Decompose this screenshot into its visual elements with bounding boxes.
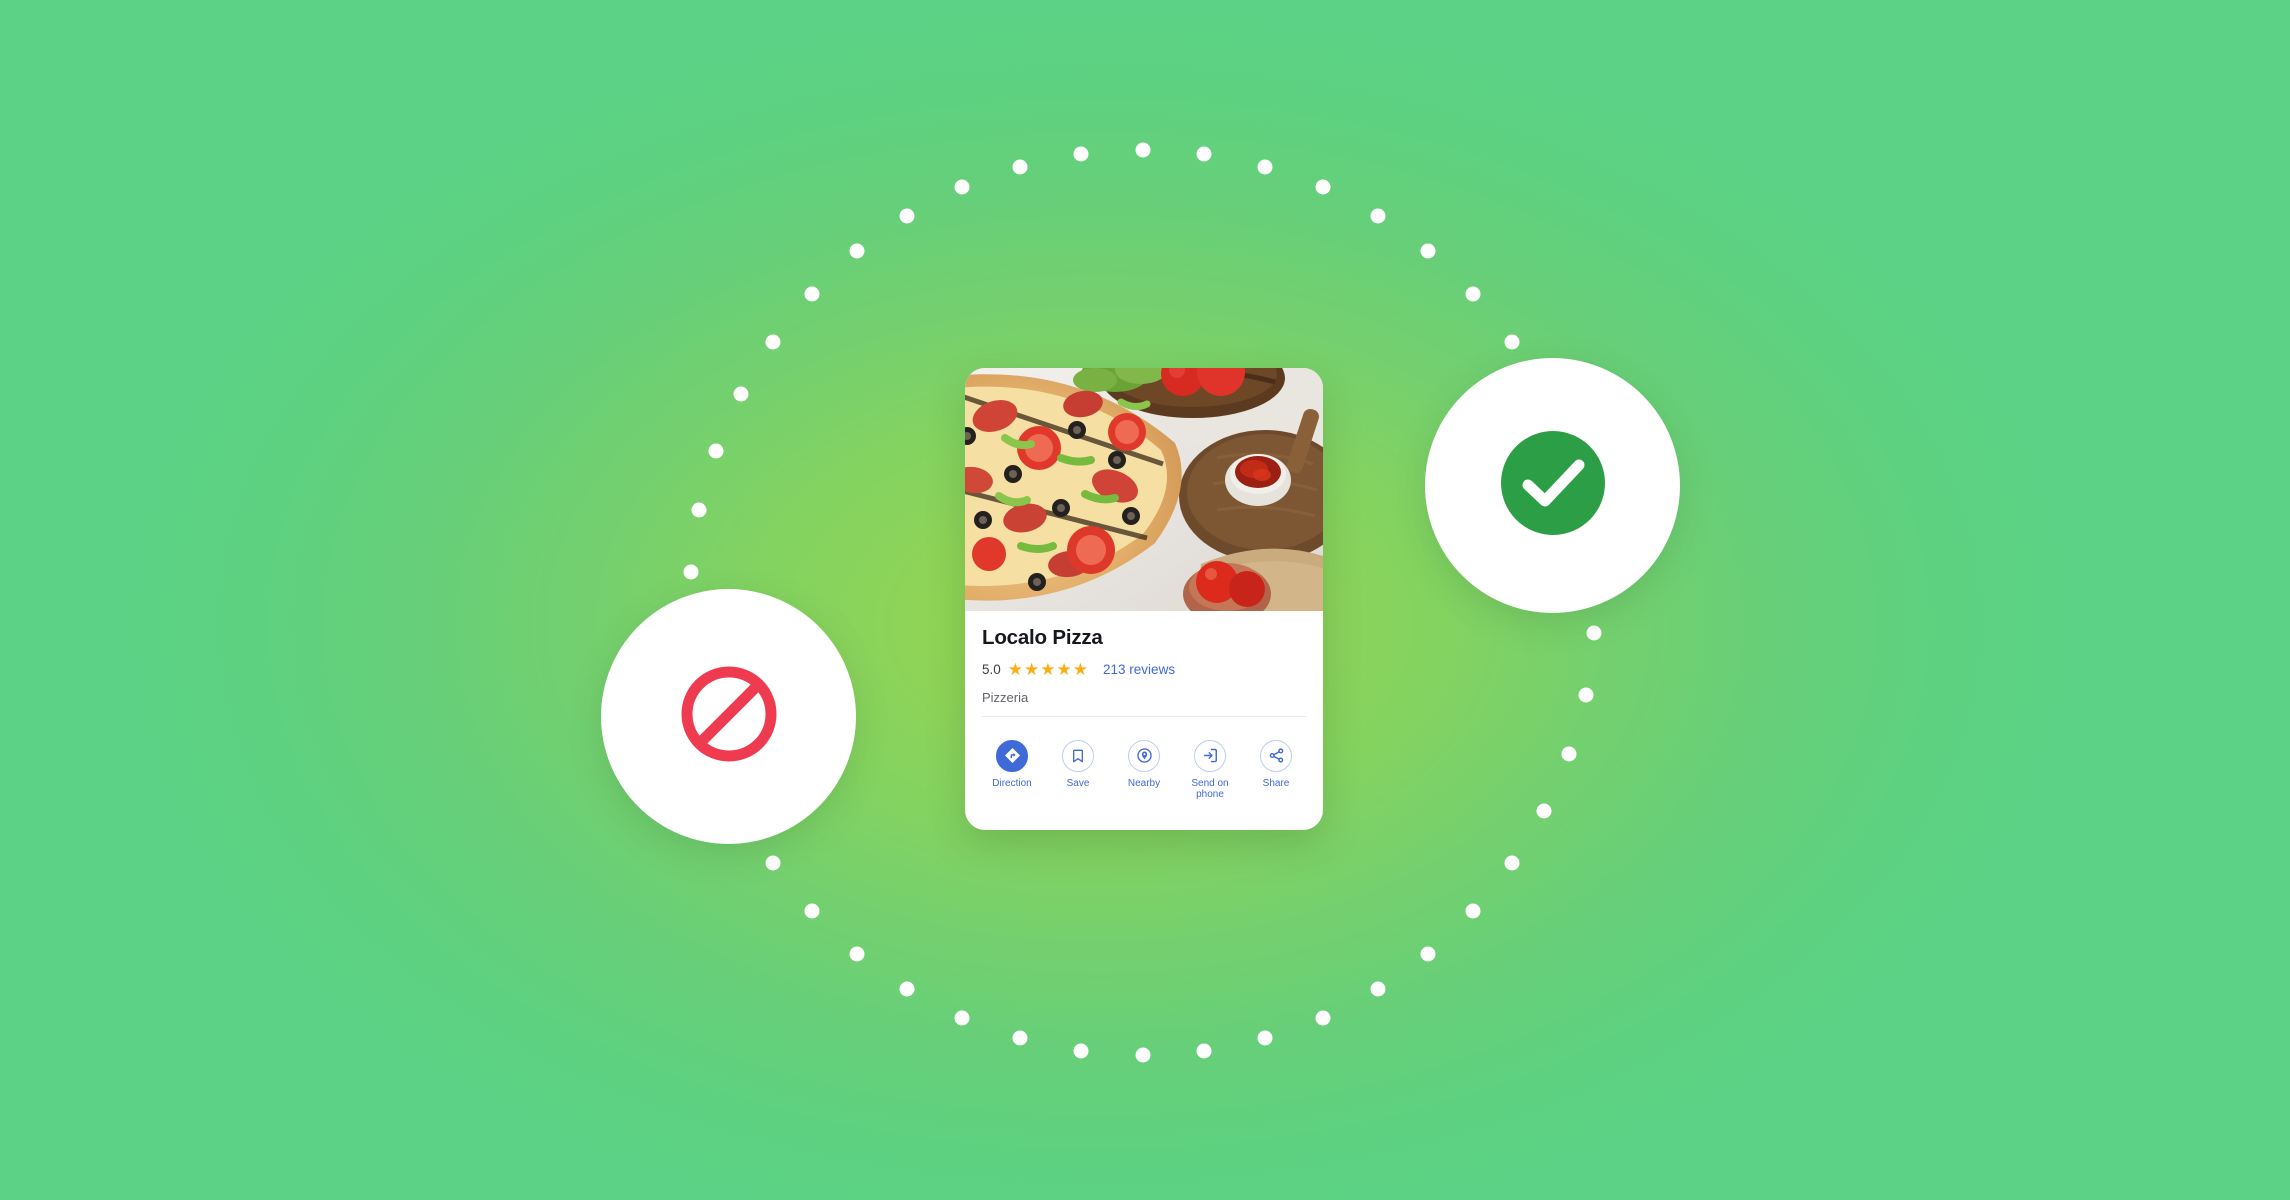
bookmark-icon[interactable] bbox=[1062, 739, 1094, 772]
action-button-share[interactable]: Share bbox=[1243, 739, 1309, 801]
blocked-badge bbox=[601, 589, 856, 844]
action-button-direction[interactable]: Direction bbox=[979, 739, 1045, 801]
share-nodes-icon[interactable] bbox=[1260, 739, 1292, 772]
action-button-nearby[interactable]: Nearby bbox=[1111, 739, 1177, 801]
card-info: Localo Pizza 5.0 ★ ★ ★ ★ ★ 213 reviews Pizze… bbox=[965, 611, 1323, 728]
rating-row: 5.0 ★ ★ ★ ★ ★ 213 reviews bbox=[982, 661, 1306, 678]
rating-value: 5.0 bbox=[982, 661, 1001, 677]
star-icon: ★ bbox=[1056, 659, 1072, 679]
action-label: Share bbox=[1262, 777, 1290, 789]
star-icon: ★ bbox=[1024, 659, 1040, 679]
location-pin-icon[interactable] bbox=[1128, 739, 1160, 772]
pizza-photo bbox=[965, 368, 1323, 611]
send-to-device-icon[interactable] bbox=[1194, 739, 1226, 772]
action-button-save[interactable]: Save bbox=[1045, 739, 1111, 801]
prohibition-icon bbox=[675, 660, 783, 773]
verified-badge bbox=[1425, 358, 1680, 613]
place-title: Localo Pizza bbox=[982, 626, 1103, 649]
check-circle-icon bbox=[1500, 430, 1606, 541]
card-actions: Direction Save Nearby Send on phone Share bbox=[965, 728, 1323, 801]
star-icon: ★ bbox=[1040, 659, 1056, 679]
star-icon: ★ bbox=[1007, 659, 1024, 679]
place-card[interactable]: Localo Pizza 5.0 ★ ★ ★ ★ ★ 213 reviews Pizze… bbox=[965, 368, 1323, 830]
review-count-link[interactable]: 213 reviews bbox=[1103, 662, 1175, 677]
action-label: Direction bbox=[992, 777, 1032, 789]
rating-stars: ★ ★ ★ ★ ★ bbox=[1008, 661, 1088, 678]
direction-arrow-icon[interactable] bbox=[996, 739, 1028, 772]
action-button-send-on-phone[interactable]: Send on phone bbox=[1177, 739, 1243, 801]
action-label: Send on phone bbox=[1191, 777, 1229, 801]
action-label: Save bbox=[1066, 777, 1090, 789]
divider bbox=[982, 715, 1306, 717]
star-icon: ★ bbox=[1072, 659, 1089, 679]
action-label: Nearby bbox=[1127, 777, 1161, 789]
place-category: Pizzeria bbox=[982, 689, 1029, 705]
